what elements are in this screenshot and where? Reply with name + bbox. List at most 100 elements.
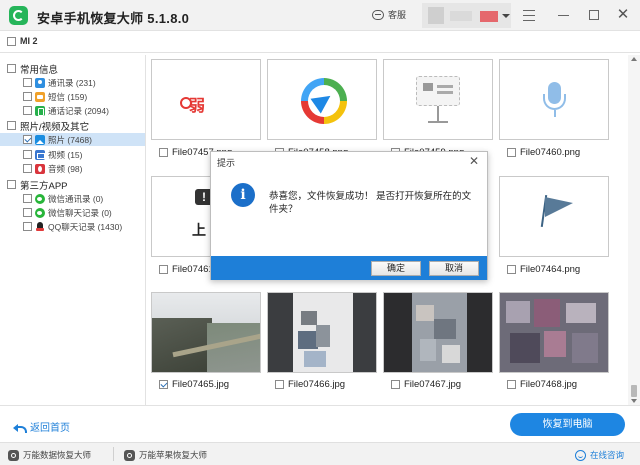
- thumbnail-tile[interactable]: [383, 292, 493, 373]
- group-checkbox[interactable]: [7, 180, 16, 189]
- file-checkbox[interactable]: [507, 379, 516, 389]
- file-checkbox[interactable]: [159, 379, 168, 389]
- file-checkbox[interactable]: [507, 264, 516, 274]
- customer-service-button[interactable]: 客服: [372, 8, 406, 21]
- footer-bar: 万能数据恢复大师 万能苹果恢复大师 在线咨询: [0, 442, 640, 465]
- maximize-icon[interactable]: [585, 6, 603, 24]
- scroll-thumb[interactable]: [631, 385, 637, 397]
- weibo-app-icon: 弱: [179, 92, 205, 116]
- file-name: File07468.jpg: [520, 378, 578, 390]
- group-third-party-apps[interactable]: 第三方APP: [7, 178, 68, 192]
- data-recovery-app-icon: [8, 449, 19, 461]
- file-checkbox[interactable]: [275, 379, 284, 389]
- chat-bubble-icon: [372, 9, 384, 20]
- file-checkbox[interactable]: [391, 379, 400, 389]
- file-name: File07464.png: [520, 263, 581, 275]
- sidebar-item-videos[interactable]: 视频 (15): [23, 148, 82, 161]
- pixelated-region: [420, 339, 436, 361]
- thumbnail-tile[interactable]: [383, 59, 493, 140]
- pixelated-region: [304, 351, 326, 367]
- item-checkbox[interactable]: [23, 150, 32, 159]
- group-checkbox[interactable]: [7, 121, 16, 130]
- pixelated-region: [298, 331, 318, 349]
- photo-icon: [35, 134, 45, 145]
- group-label: 第三方APP: [20, 180, 68, 192]
- sidebar-item-label: 音频 (98): [48, 163, 83, 174]
- cancel-button[interactable]: 取消: [429, 261, 479, 276]
- item-checkbox[interactable]: [23, 135, 32, 144]
- sidebar-item-wechat-contacts[interactable]: 微信通讯录 (0): [23, 192, 103, 205]
- thumbnail-tile[interactable]: [499, 176, 609, 257]
- item-checkbox[interactable]: [23, 106, 32, 115]
- close-icon[interactable]: ✕: [614, 6, 632, 24]
- sidebar-item-label: 微信通讯录 (0): [48, 193, 104, 204]
- item-checkbox[interactable]: [23, 92, 32, 101]
- thumbnail-tile[interactable]: [267, 59, 377, 140]
- dialog-title: 提示: [217, 158, 236, 168]
- thumbnail-tile[interactable]: [267, 292, 377, 373]
- action-bar: 返回首页 恢复到电脑: [0, 405, 640, 441]
- online-support-icon: [575, 449, 586, 461]
- sms-icon: [35, 91, 45, 102]
- group-media[interactable]: 照片/视频及其它: [7, 119, 89, 133]
- device-bar: MI 2: [0, 31, 640, 53]
- signboard-base: [428, 121, 448, 123]
- sidebar-item-label: 照片 (7468): [48, 134, 92, 145]
- pixelated-region: [544, 331, 566, 357]
- item-checkbox[interactable]: [23, 78, 32, 87]
- device-checkbox[interactable]: [7, 37, 16, 46]
- file-name: File07460.png: [520, 146, 581, 158]
- item-checkbox[interactable]: [23, 208, 32, 217]
- file-item[interactable]: File07465.jpg: [159, 378, 229, 390]
- thumbnail-tile[interactable]: [151, 292, 261, 373]
- confirm-button[interactable]: 确定: [371, 261, 421, 276]
- menu-icon[interactable]: [520, 6, 538, 24]
- online-consult-link[interactable]: 在线咨询: [575, 449, 624, 461]
- sidebar-item-audio[interactable]: 音频 (98): [23, 162, 82, 175]
- item-checkbox[interactable]: [23, 222, 32, 231]
- file-checkbox[interactable]: [507, 147, 516, 157]
- sidebar-item-wechat-chats[interactable]: 微信聊天记录 (0): [23, 206, 112, 219]
- scroll-down-icon[interactable]: [631, 399, 637, 403]
- iphone-recovery-app-icon: [124, 449, 135, 461]
- pixelated-region: [506, 301, 530, 323]
- file-item[interactable]: File07464.png: [507, 263, 580, 275]
- footer-link-iphone-recovery[interactable]: 万能苹果恢复大师: [124, 449, 207, 461]
- minimize-icon[interactable]: [555, 6, 573, 24]
- back-home-link[interactable]: 返回首页: [13, 419, 70, 434]
- close-icon[interactable]: ✕: [469, 154, 479, 168]
- thumbnail-tile[interactable]: [499, 59, 609, 140]
- file-item[interactable]: File07460.png: [507, 146, 580, 158]
- sidebar-item-sms[interactable]: 短信 (159): [23, 90, 87, 103]
- file-checkbox[interactable]: [159, 147, 168, 157]
- footer-link-data-recovery[interactable]: 万能数据恢复大师: [8, 449, 91, 461]
- thumbnail-tile[interactable]: 弱: [151, 59, 261, 140]
- file-item[interactable]: File07466.jpg: [275, 378, 345, 390]
- sidebar-item-photos[interactable]: 照片 (7468): [0, 133, 145, 146]
- file-item[interactable]: File07467.jpg: [391, 378, 461, 390]
- file-checkbox[interactable]: [159, 264, 168, 274]
- file-name: File07466.jpg: [288, 378, 346, 390]
- recovery-success-dialog: 提示 ✕ i 恭喜您，文件恢复成功！ 是否打开恢复所在的文件夹？ 确定 取消: [210, 151, 488, 280]
- group-common-info[interactable]: 常用信息: [7, 62, 58, 76]
- footer-divider: [113, 447, 114, 461]
- item-checkbox[interactable]: [23, 164, 32, 173]
- sidebar-item-qq-chats[interactable]: QQ聊天记录 (1430): [23, 220, 122, 233]
- microphone-arc: [543, 94, 566, 110]
- vertical-scrollbar[interactable]: [628, 55, 640, 405]
- sidebar-item-call-log[interactable]: 通话记录 (2094): [23, 104, 109, 117]
- recover-to-pc-button[interactable]: 恢复到电脑: [510, 413, 625, 436]
- sidebar-item-contacts[interactable]: 通讯录 (231): [23, 76, 96, 89]
- pixelated-region: [510, 333, 540, 363]
- account-menu[interactable]: [422, 3, 511, 28]
- scroll-up-icon[interactable]: [631, 57, 637, 61]
- item-checkbox[interactable]: [23, 194, 32, 203]
- qq-icon: [35, 221, 45, 232]
- thumbnail-tile[interactable]: [499, 292, 609, 373]
- file-item[interactable]: File07468.jpg: [507, 378, 577, 390]
- video-icon: [35, 149, 45, 160]
- microphone-stem: [554, 110, 556, 117]
- file-name: File07467.jpg: [404, 378, 462, 390]
- group-checkbox[interactable]: [7, 64, 16, 73]
- back-home-label: 返回首页: [30, 423, 70, 434]
